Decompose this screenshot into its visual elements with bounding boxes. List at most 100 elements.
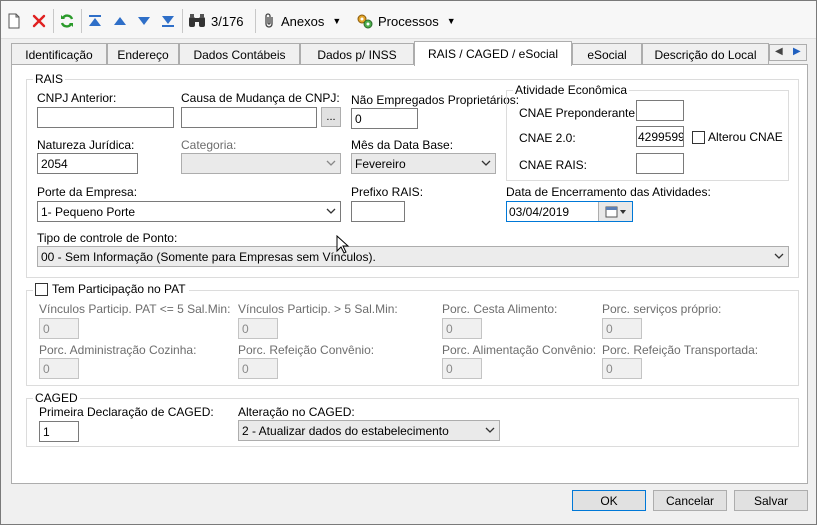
cnpj-anterior-input[interactable] — [37, 107, 174, 128]
cnae-rais-input[interactable] — [636, 153, 684, 174]
caged-group-title: CAGED — [33, 391, 80, 405]
categoria-label: Categoria: — [181, 138, 237, 152]
cnae-rais-label: CNAE RAIS: — [519, 158, 588, 172]
refresh-icon[interactable] — [59, 10, 75, 32]
tipo-controle-ponto-select[interactable]: 00 - Sem Informação (Somente para Empres… — [37, 246, 789, 267]
anexos-label: Anexos — [281, 13, 325, 29]
refeicao-transportada-input[interactable]: 0 — [602, 358, 642, 379]
tab-label: Identificação — [25, 47, 93, 62]
tab-scroll-left-icon[interactable]: ◀ — [775, 46, 783, 57]
atividade-economica-title: Atividade Econômica — [513, 83, 630, 97]
alteracao-caged-value: 2 - Atualizar dados do estabelecimento — [242, 423, 449, 438]
tab-dados-inss[interactable]: Dados p/ INSS — [300, 43, 414, 65]
data-encerramento-label: Data de Encerramento das Atividades: — [506, 185, 711, 199]
next-record-icon[interactable] — [137, 10, 151, 32]
tipo-controle-ponto-label: Tipo de controle de Ponto: — [37, 231, 178, 245]
tab-label: RAIS / CAGED / eSocial — [427, 47, 559, 61]
alimentacao-convenio-input[interactable]: 0 — [442, 358, 482, 379]
refeicao-convenio-label: Porc. Refeição Convênio: — [238, 343, 375, 357]
vinculos-gt5-label: Vínculos Particip. > 5 Sal.Min: — [238, 302, 398, 316]
pat-group-header: Tem Participação no PAT — [33, 282, 189, 296]
tab-endereco[interactable]: Endereço — [107, 43, 179, 65]
servicos-proprio-label: Porc. serviços próprio: — [602, 302, 722, 316]
search-binoculars-icon[interactable] — [188, 10, 206, 32]
vinculos-le5-label: Vínculos Particip. PAT <= 5 Sal.Min: — [39, 302, 231, 316]
rais-group-title: RAIS — [33, 72, 66, 86]
gears-icon — [357, 14, 373, 29]
tab-scroll-buttons: ◀ ▶ — [769, 44, 807, 61]
first-record-icon[interactable] — [88, 10, 102, 32]
natureza-juridica-label: Natureza Jurídica: — [37, 138, 135, 152]
causa-mudanca-cnpj-input[interactable] — [181, 107, 317, 128]
tab-panel-rais-caged-esocial: RAIS CNPJ Anterior: Causa de Mudança de … — [11, 64, 808, 484]
refeicao-transportada-label: Porc. Refeição Transportada: — [602, 343, 759, 357]
processos-label: Processos — [378, 13, 439, 29]
paperclip-icon — [265, 13, 273, 28]
prefixo-rais-input[interactable] — [351, 201, 405, 222]
primeira-declaracao-input[interactable]: 1 — [39, 421, 79, 442]
categoria-select[interactable] — [181, 153, 341, 174]
chevron-down-icon: ▼ — [446, 16, 456, 26]
adm-cozinha-input[interactable]: 0 — [39, 358, 79, 379]
tab-esocial[interactable]: eSocial — [572, 43, 642, 65]
refeicao-convenio-input[interactable]: 0 — [238, 358, 278, 379]
mouse-cursor-icon — [336, 235, 350, 254]
tab-label: Endereço — [117, 47, 169, 62]
natureza-juridica-input[interactable]: 2054 — [37, 153, 138, 174]
alteracao-caged-label: Alteração no CAGED: — [238, 405, 355, 419]
tab-label: Dados p/ INSS — [317, 47, 397, 62]
tab-label: eSocial — [587, 47, 627, 62]
porte-empresa-select[interactable]: 1- Pequeno Porte — [37, 201, 341, 222]
alteracao-caged-select[interactable]: 2 - Atualizar dados do estabelecimento — [238, 420, 500, 441]
last-record-icon[interactable] — [161, 10, 175, 32]
nao-empregados-label: Não Empregados Proprietários: — [351, 93, 520, 107]
vinculos-le5-input[interactable]: 0 — [39, 318, 79, 339]
alterou-cnae-checkbox[interactable] — [692, 131, 705, 144]
pat-checkbox[interactable] — [35, 282, 48, 296]
chevron-down-icon — [326, 160, 336, 166]
servicos-proprio-input[interactable]: 0 — [602, 318, 642, 339]
new-document-icon[interactable] — [7, 10, 21, 32]
porte-empresa-label: Porte da Empresa: — [37, 185, 138, 199]
nao-empregados-input[interactable]: 0 — [351, 108, 418, 129]
vinculos-gt5-input[interactable]: 0 — [238, 318, 278, 339]
tab-label: Dados Contábeis — [193, 47, 286, 62]
causa-mudanca-cnpj-label: Causa de Mudança de CNPJ: — [181, 91, 340, 105]
tab-scroll-right-icon[interactable]: ▶ — [793, 46, 801, 57]
previous-record-icon[interactable] — [113, 10, 127, 32]
porte-empresa-value: 1- Pequeno Porte — [41, 204, 136, 219]
cnae20-label: CNAE 2.0: — [519, 131, 576, 145]
salvar-button[interactable]: Salvar — [734, 490, 808, 511]
cnae-preponderante-input[interactable] — [636, 100, 684, 121]
alterou-cnae-label: Alterou CNAE — [708, 130, 783, 144]
chevron-down-icon: ▼ — [332, 16, 342, 26]
cancelar-button[interactable]: Cancelar — [653, 490, 727, 511]
cnae20-input[interactable]: 4299599 — [636, 126, 684, 147]
mes-data-base-label: Mês da Data Base: — [351, 138, 454, 152]
processos-menu-button[interactable]: Processos ▼ — [356, 10, 456, 32]
record-counter: 3/176 — [207, 10, 244, 32]
pat-checkbox-label: Tem Participação no PAT — [52, 282, 186, 296]
chevron-down-icon — [326, 208, 336, 214]
chevron-down-icon — [774, 253, 784, 259]
cnpj-anterior-label: CNPJ Anterior: — [37, 91, 117, 105]
cnae-preponderante-label: CNAE Preponderante: — [519, 106, 639, 120]
tab-dados-contabeis[interactable]: Dados Contábeis — [179, 43, 300, 65]
anexos-menu-button[interactable]: Anexos ▼ — [263, 10, 341, 32]
mes-data-base-value: Fevereiro — [355, 156, 406, 171]
tab-identificacao[interactable]: Identificação — [11, 43, 107, 65]
causa-lookup-button[interactable]: ... — [321, 107, 341, 127]
tab-rais-caged-esocial[interactable]: RAIS / CAGED / eSocial — [414, 41, 572, 66]
delete-icon[interactable] — [31, 10, 47, 32]
calendar-picker-button[interactable] — [598, 202, 632, 221]
cesta-alimento-input[interactable]: 0 — [442, 318, 482, 339]
calendar-icon — [605, 206, 626, 217]
mes-data-base-select[interactable]: Fevereiro — [351, 153, 496, 174]
tab-descricao-local[interactable]: Descrição do Local — [642, 43, 769, 65]
data-encerramento-input[interactable]: 03/04/2019 — [506, 201, 633, 222]
cesta-alimento-label: Porc. Cesta Alimento: — [442, 302, 558, 316]
window: 3/176 Anexos ▼ Processos ▼ Identificação… — [0, 0, 817, 525]
data-encerramento-value: 03/04/2019 — [509, 204, 570, 219]
tipo-controle-ponto-value: 00 - Sem Informação (Somente para Empres… — [41, 249, 376, 264]
ok-button[interactable]: OK — [572, 490, 646, 511]
